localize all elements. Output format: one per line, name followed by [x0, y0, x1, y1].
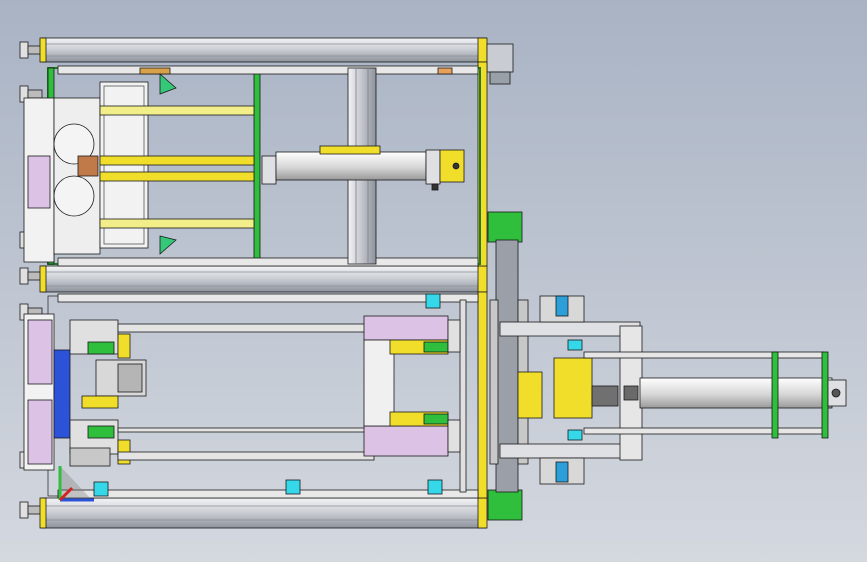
cad-viewport[interactable]	[0, 0, 867, 562]
